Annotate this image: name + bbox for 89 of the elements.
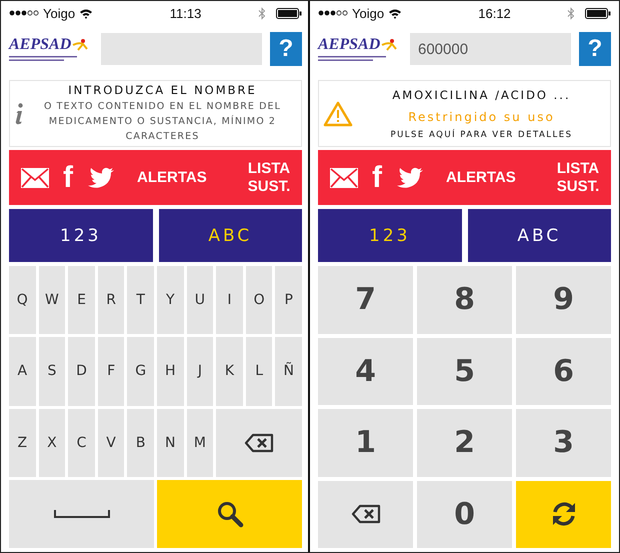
wifi-icon xyxy=(79,8,94,18)
key[interactable]: 9 xyxy=(516,266,611,334)
mail-icon[interactable] xyxy=(330,168,358,188)
key[interactable]: Y xyxy=(157,266,184,334)
key[interactable]: C xyxy=(68,408,95,477)
bird-icon[interactable] xyxy=(396,166,424,188)
info-panel[interactable]: AMOXICILINA /ACIDO ... Restringido su uso PULSE AQUÍ PARA VER DETALLES xyxy=(318,80,611,147)
key[interactable]: Ñ xyxy=(275,337,302,406)
backspace-key[interactable] xyxy=(216,408,302,477)
carrier-name: Yoigo xyxy=(43,6,76,20)
key[interactable]: 4 xyxy=(318,338,413,405)
key[interactable]: X xyxy=(38,408,66,477)
bird-icon[interactable] xyxy=(87,166,115,188)
status-time: 11:13 xyxy=(170,6,202,20)
keyboard-tab[interactable]: ABC xyxy=(468,209,611,262)
space-icon xyxy=(54,508,110,519)
runner-logo-icon xyxy=(380,38,398,52)
key[interactable]: B xyxy=(127,408,154,477)
key[interactable]: Z xyxy=(9,408,36,477)
signal-icon xyxy=(9,10,39,16)
key[interactable]: H xyxy=(157,337,184,406)
restriction-status: Restringido su uso xyxy=(408,110,555,124)
bluetooth-icon xyxy=(566,6,575,20)
alerts-link[interactable]: ALERTAS xyxy=(137,169,207,186)
facebook-icon[interactable]: f xyxy=(372,162,382,192)
runner-logo-icon xyxy=(71,38,90,52)
key[interactable]: U xyxy=(186,266,214,334)
tagline-drawing xyxy=(9,56,79,62)
alerts-link[interactable]: ALERTAS xyxy=(446,169,516,186)
key[interactable]: K xyxy=(216,337,243,406)
key[interactable]: N xyxy=(157,408,184,477)
info-panel[interactable]: INTRODUZCA EL NOMBRE O TEXTO CONTENIDO EN EL NOMBRE DEL MEDICAMENTO O SUSTANCIA, MÍNIMO 2 CARACTERES xyxy=(9,80,302,147)
keyboard-tab[interactable]: 123 xyxy=(9,209,152,262)
info-icon xyxy=(14,102,24,124)
keyboard-tab[interactable]: 123 xyxy=(318,209,462,262)
bluetooth-icon xyxy=(258,6,266,20)
key[interactable]: J xyxy=(186,337,214,406)
key[interactable]: S xyxy=(38,337,66,406)
key[interactable]: V xyxy=(98,408,124,477)
key[interactable]: Q xyxy=(9,266,36,334)
key[interactable]: P xyxy=(275,266,302,334)
key[interactable]: 8 xyxy=(417,266,512,334)
warning-icon xyxy=(323,100,353,126)
backspace-icon xyxy=(244,432,274,453)
keyboard-tab[interactable]: ABC xyxy=(158,209,302,262)
refresh-button[interactable] xyxy=(516,480,611,548)
tagline-drawing xyxy=(318,56,388,62)
medicine-name: AMOXICILINA /ACIDO ... xyxy=(392,88,571,102)
key[interactable]: E xyxy=(68,266,95,334)
wifi-icon xyxy=(388,8,402,18)
carrier-name: Yoigo xyxy=(352,6,384,20)
key[interactable]: F xyxy=(98,337,124,406)
key[interactable]: I xyxy=(216,266,243,334)
key[interactable]: 3 xyxy=(516,409,611,476)
substances-list-link[interactable]: LISTA SUST. xyxy=(553,160,603,195)
key[interactable]: 7 xyxy=(318,266,413,334)
search-field[interactable]: 600000 xyxy=(410,33,571,65)
logo-text: AEPSAD xyxy=(9,36,72,54)
logo-text: AEPSAD xyxy=(318,36,380,54)
facebook-icon[interactable]: f xyxy=(63,162,73,192)
key[interactable]: 1 xyxy=(318,409,413,476)
key[interactable]: G xyxy=(127,337,154,406)
key[interactable]: A xyxy=(9,337,36,406)
key[interactable]: 0 xyxy=(417,480,512,548)
help-button[interactable]: ? xyxy=(579,32,611,66)
key[interactable]: 6 xyxy=(516,338,611,405)
key[interactable]: T xyxy=(127,266,154,334)
battery-icon xyxy=(584,8,611,18)
key[interactable]: O xyxy=(246,266,272,334)
substances-list-link[interactable]: LISTA SUST. xyxy=(244,160,294,195)
key[interactable]: 5 xyxy=(417,338,512,405)
backspace-icon xyxy=(350,504,380,524)
backspace-key[interactable] xyxy=(318,480,413,548)
key[interactable]: D xyxy=(68,337,95,406)
key[interactable]: L xyxy=(246,337,272,406)
details-hint: PULSE AQUÍ PARA VER DETALLES xyxy=(390,130,573,140)
key[interactable]: R xyxy=(98,266,124,334)
signal-icon xyxy=(318,10,348,16)
mail-icon[interactable] xyxy=(21,168,49,188)
battery-icon xyxy=(276,8,302,18)
info-text: O TEXTO CONTENIDO EN EL NOMBRE DEL MEDICAMENTO O SUSTANCIA, MÍNIMO 2 CARACTERES xyxy=(42,100,282,144)
key[interactable]: M xyxy=(186,408,214,477)
info-title: INTRODUZCA EL NOMBRE xyxy=(68,83,257,97)
search-icon xyxy=(216,500,244,528)
key[interactable]: W xyxy=(38,266,66,334)
search-field[interactable] xyxy=(101,33,262,65)
help-button[interactable]: ? xyxy=(270,32,302,66)
key[interactable]: 2 xyxy=(417,409,512,476)
status-time: 16:12 xyxy=(478,6,511,20)
